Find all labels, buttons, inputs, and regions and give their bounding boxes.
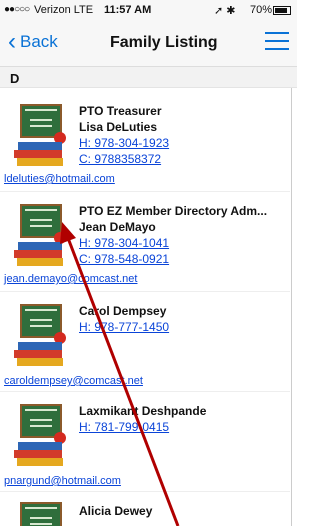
member-name: Alicia Dewey [79,504,153,518]
home-phone-link[interactable]: H: 978-304-1041 [79,236,169,250]
battery-percent: 70% [250,4,273,16]
section-letter: D [10,71,20,86]
member-name: Jean DeMayo [79,220,156,234]
hamburger-menu-icon[interactable] [265,32,289,52]
school-directory-logo [14,404,68,468]
email-link[interactable]: ldeluties@hotmail.com [4,173,115,185]
cell-phone-link[interactable]: C: 9788358372 [79,152,161,166]
status-bar: ●●○○○ Verizon LTE 11:57 AM ➚ ✱ 70% [0,0,297,20]
home-phone-link[interactable]: H: 978-777-1450 [79,320,169,334]
carrier-label: Verizon LTE [34,4,94,16]
school-directory-logo [14,502,68,526]
school-directory-logo [14,204,68,268]
list-item[interactable]: Carol Dempsey H: 978-777-1450 caroldemps… [0,296,290,392]
signal-strength-icon: ●●○○○ [4,4,30,15]
home-phone-link[interactable]: H: 781-799-0415 [79,420,169,434]
email-link[interactable]: jean.demayo@comcast.net [4,273,137,285]
battery-icon [273,6,291,15]
clock: 11:57 AM [104,4,152,16]
section-header: D [0,66,297,88]
member-name: Carol Dempsey [79,304,167,318]
page-title: Family Listing [110,34,218,51]
email-link[interactable]: caroldempsey@comcast.net [4,375,143,387]
location-bluetooth-icon: ➚ ✱ [214,5,236,17]
home-phone-link[interactable]: H: 978-304-1923 [79,136,169,150]
chevron-left-icon: ‹ [8,28,16,55]
family-list[interactable]: PTO Treasurer Lisa DeLuties H: 978-304-1… [0,96,290,526]
navigation-bar: ‹ Back Family Listing [0,20,297,66]
cell-phone-link[interactable]: C: 978-548-0921 [79,252,169,266]
school-directory-logo [14,304,68,368]
back-button[interactable]: ‹ Back [8,30,58,54]
member-name: Laxmikant Deshpande [79,404,207,418]
list-item[interactable]: PTO Treasurer Lisa DeLuties H: 978-304-1… [0,96,290,192]
school-directory-logo [14,104,68,168]
member-name: Lisa DeLuties [79,120,158,134]
list-item[interactable]: PTO EZ Member Directory Adm... Jean DeMa… [0,196,290,292]
back-label: Back [20,32,58,51]
adjacent-panel-edge [291,88,297,526]
member-role: PTO Treasurer [79,104,162,118]
member-role: PTO EZ Member Directory Adm... [79,204,268,218]
list-item[interactable]: Alicia Dewey [0,494,290,526]
list-item[interactable]: Laxmikant Deshpande H: 781-799-0415 pnar… [0,396,290,492]
email-link[interactable]: pnargund@hotmail.com [4,475,121,487]
